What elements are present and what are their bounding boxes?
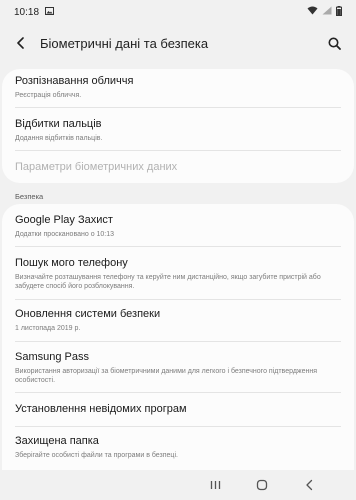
app-bar: Біометричні дані та безпека <box>0 24 356 62</box>
divider <box>15 299 341 300</box>
secure-folder-subtitle: Зберігайте особисті файли та програми в … <box>15 452 178 459</box>
security-update-subtitle: 1 листопада 2019 р. <box>15 325 81 332</box>
google-play-protect-item[interactable]: Google Play Захист Додатки проскановано … <box>15 214 341 239</box>
fingerprints-subtitle: Додання відбитків пальців. <box>15 135 103 142</box>
biometrics-card: Розпізнавання обличчя Реєстрація обличчя… <box>2 69 354 183</box>
search-icon <box>328 37 341 50</box>
samsung-pass-subtitle: Використання авторизації за біометричним… <box>15 368 318 384</box>
nav-back-icon <box>305 479 312 491</box>
signal-icon <box>322 6 332 18</box>
fingerprints-item[interactable]: Відбитки пальців Додання відбитків пальц… <box>15 118 341 143</box>
status-time: 10:18 <box>14 6 40 18</box>
divider <box>15 107 341 108</box>
divider <box>15 246 341 247</box>
biometrics-settings-title: Параметри біометричних даних <box>15 161 178 173</box>
home-button[interactable] <box>252 476 272 494</box>
nav-back-button[interactable] <box>299 476 319 494</box>
status-bar: 10:18 <box>0 0 356 24</box>
page-title: Біометричні дані та безпека <box>40 35 209 51</box>
recents-button[interactable] <box>205 476 225 494</box>
divider <box>15 341 341 342</box>
find-my-mobile-item[interactable]: Пошук мого телефону Визначайте розташува… <box>15 257 341 291</box>
biometrics-settings-item: Параметри біометричних даних <box>15 161 341 174</box>
navigation-bar <box>0 470 356 500</box>
security-update-title: Оновлення системи безпеки <box>15 308 161 320</box>
samsung-pass-item[interactable]: Samsung Pass Використання авторизації за… <box>15 351 341 385</box>
face-recognition-item[interactable]: Розпізнавання обличчя Реєстрація обличчя… <box>15 75 341 100</box>
samsung-pass-title: Samsung Pass <box>15 351 89 363</box>
security-update-item[interactable]: Оновлення системи безпеки 1 листопада 20… <box>15 308 341 333</box>
secure-folder-title: Захищена папка <box>15 435 99 447</box>
security-card: Google Play Захист Додатки проскановано … <box>2 204 354 470</box>
secure-folder-item[interactable]: Захищена папка Зберігайте особисті файли… <box>15 435 341 460</box>
battery-icon <box>336 5 342 19</box>
search-button[interactable] <box>322 31 346 55</box>
unknown-apps-title: Установлення невідомих програм <box>15 403 187 415</box>
divider <box>15 392 341 393</box>
google-play-protect-title: Google Play Захист <box>15 214 113 226</box>
recents-icon <box>210 481 220 489</box>
home-icon <box>256 479 268 491</box>
face-recognition-title: Розпізнавання обличчя <box>15 75 134 87</box>
fingerprints-title: Відбитки пальців <box>15 118 102 130</box>
divider <box>15 150 341 151</box>
back-arrow-icon <box>17 37 24 49</box>
security-section-header: Безпека <box>15 192 44 201</box>
find-my-mobile-subtitle: Визначайте розташування телефону та керу… <box>15 274 321 290</box>
google-play-protect-subtitle: Додатки проскановано о 10:13 <box>15 231 115 238</box>
divider <box>15 426 341 427</box>
image-notification-icon <box>45 6 55 18</box>
face-recognition-subtitle: Реєстрація обличчя. <box>15 92 82 99</box>
find-my-mobile-title: Пошук мого телефону <box>15 257 128 269</box>
wifi-icon <box>307 6 318 18</box>
back-button[interactable] <box>10 32 32 54</box>
unknown-apps-item[interactable]: Установлення невідомих програм <box>15 403 341 416</box>
